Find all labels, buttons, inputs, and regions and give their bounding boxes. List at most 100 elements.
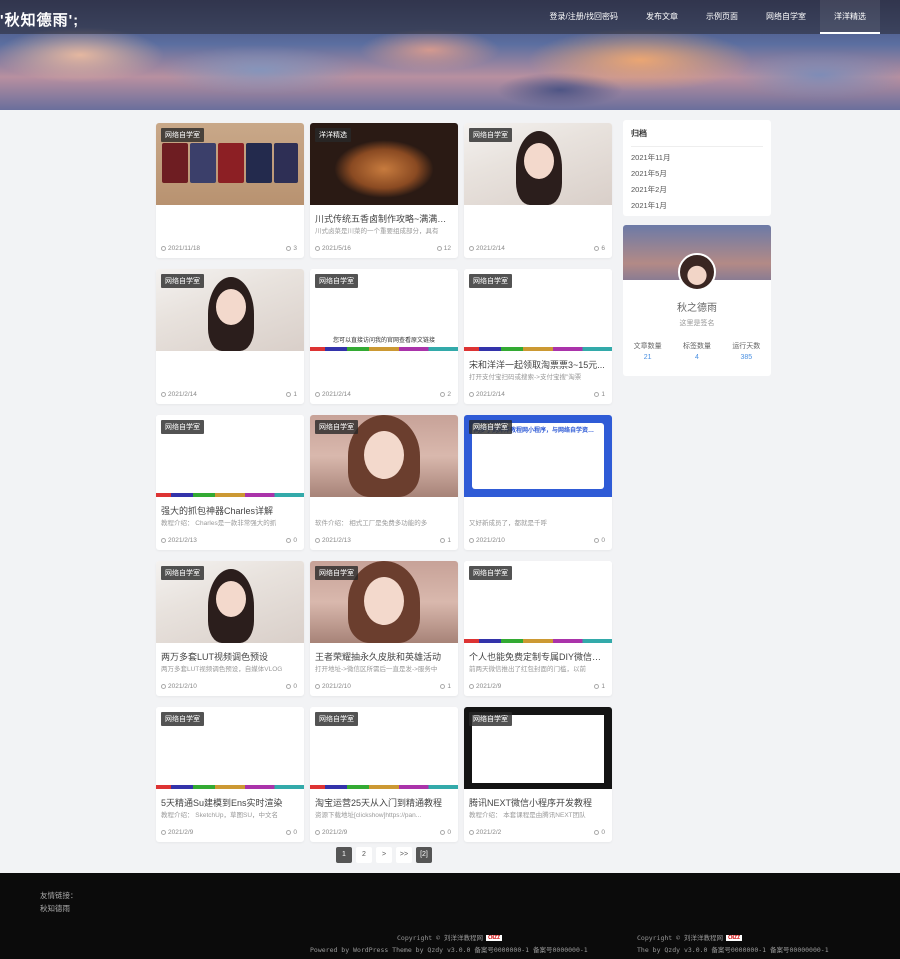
category-badge[interactable]: 网络自学室 xyxy=(161,420,204,434)
nav-login[interactable]: 登录/注册/找回密码 xyxy=(536,0,632,34)
post-card[interactable]: 网络自学室 2021/2/14 1 xyxy=(156,269,304,404)
post-card[interactable]: 网络自学室 腾讯NEXT微信小程序开发教程 教程介绍： 本套课程是由腾讯NEXT团队… xyxy=(464,707,612,842)
post-card[interactable]: 网络自学室 2021/2/14 6 xyxy=(464,123,612,258)
category-badge[interactable]: 网络自学室 xyxy=(315,274,358,288)
post-likes[interactable]: 0 xyxy=(286,537,297,544)
post-thumbnail[interactable]: 洋洋精选 xyxy=(310,123,458,205)
category-badge[interactable]: 网络自学室 xyxy=(161,274,204,288)
post-card[interactable]: 网络自学室 强大的抓包神器Charles详解 教程介绍： Charles是一款非常强… xyxy=(156,415,304,550)
post-likes[interactable]: 2 xyxy=(440,391,451,398)
category-badge[interactable]: 网络自学室 xyxy=(315,566,358,580)
post-likes[interactable]: 0 xyxy=(594,537,605,544)
post-likes[interactable]: 1 xyxy=(594,683,605,690)
post-thumbnail[interactable]: 您可以直接访问我的官网查看原文链接 网络自学室 xyxy=(310,269,458,351)
post-title[interactable]: 强大的抓包神器Charles详解 xyxy=(161,504,299,517)
category-badge[interactable]: 网络自学室 xyxy=(161,566,204,580)
post-thumbnail[interactable]: 网络自学室 xyxy=(464,707,612,789)
nav-publish[interactable]: 发布文章 xyxy=(632,0,692,34)
thumbs-up-icon xyxy=(440,392,446,397)
post-thumbnail[interactable]: 网络自学室 xyxy=(464,123,612,205)
post-thumbnail[interactable]: 网络自学室 xyxy=(464,269,612,351)
post-thumbnail[interactable]: 网络自学室 xyxy=(464,561,612,643)
post-date: 2021/5/16 xyxy=(315,245,351,252)
post-title[interactable]: 淘宝运营25天从入门到精通教程 xyxy=(315,796,453,809)
cnzz-badge[interactable]: CNZZ xyxy=(485,935,503,941)
post-thumbnail[interactable]: 网络自学室 xyxy=(310,415,458,497)
category-badge[interactable]: 网络自学室 xyxy=(469,566,512,580)
post-likes[interactable]: 6 xyxy=(594,245,605,252)
post-card[interactable]: 网络自学室 王者荣耀抽永久皮肤和英雄活动 打开地址->微信区所需后一直是发->服务中… xyxy=(310,561,458,696)
category-badge[interactable]: 网络自学室 xyxy=(161,128,204,142)
archive-month[interactable]: 2021年2月 xyxy=(631,184,763,195)
post-date-text: 2021/2/2 xyxy=(476,829,502,836)
category-badge[interactable]: 网络自学室 xyxy=(469,274,512,288)
cnzz-badge[interactable]: CNZZ xyxy=(725,935,743,941)
post-title[interactable]: 两万多套LUT视频调色预设 xyxy=(161,650,299,663)
nav-sample-page[interactable]: 示例页面 xyxy=(692,0,752,34)
category-badge[interactable]: 网络自学室 xyxy=(469,420,512,434)
post-card[interactable]: 网络自学室 软件介绍： 相式工厂是免费多功能的多 2021/2/13 1 xyxy=(310,415,458,550)
post-likes[interactable]: 1 xyxy=(594,391,605,398)
post-card[interactable]: 网络自学室 淘宝运营25天从入门到精通教程 资源下载地址[clickshow]htt… xyxy=(310,707,458,842)
post-likes[interactable]: 12 xyxy=(436,245,451,252)
post-thumbnail[interactable]: 网络自学室 xyxy=(156,415,304,497)
post-likes[interactable]: 1 xyxy=(440,683,451,690)
post-date-text: 2021/2/13 xyxy=(322,537,351,544)
post-title[interactable]: 腾讯NEXT微信小程序开发教程 xyxy=(469,796,607,809)
post-likes[interactable]: 1 xyxy=(440,537,451,544)
nav-self-study[interactable]: 网络自学室 xyxy=(752,0,820,34)
post-card[interactable]: 网络自学室 宋和洋洋一起领取淘票票3~15元... 打开支付宝扫码或搜索->支付宝搜… xyxy=(464,269,612,404)
post-likes-count: 1 xyxy=(601,683,605,690)
page-1-button[interactable]: 1 xyxy=(336,847,352,863)
post-card[interactable]: 网络自学室 5天精通Su建模到Ens实时渲染 教程介绍： SketchUp，草图SU… xyxy=(156,707,304,842)
archive-month[interactable]: 2021年1月 xyxy=(631,200,763,211)
post-card[interactable]: 您可以直接访问我的官网查看原文链接 网络自学室 2021/2/14 2 xyxy=(310,269,458,404)
post-title[interactable]: 5天精通Su建模到Ens实时渲染 xyxy=(161,796,299,809)
archive-month[interactable]: 2021年5月 xyxy=(631,168,763,179)
category-badge[interactable]: 网络自学室 xyxy=(315,712,358,726)
post-thumbnail[interactable]: 网络自学室 xyxy=(310,707,458,789)
category-badge[interactable]: 洋洋精选 xyxy=(315,128,351,142)
post-title[interactable]: 个人也能免费定制专属DIY微信红... xyxy=(469,650,607,663)
friend-link[interactable]: 秋知德雨 xyxy=(40,903,70,914)
post-thumbnail[interactable]: 网络自学室 xyxy=(156,707,304,789)
next-page-button[interactable]: > xyxy=(376,847,392,863)
archive-month[interactable]: 2021年11月 xyxy=(631,152,763,163)
post-card[interactable]: 网络自学室 两万多套LUT视频调色预设 两万多套LUT视频调色预设，自媒体VLOG 2… xyxy=(156,561,304,696)
post-title[interactable]: 王者荣耀抽永久皮肤和英雄活动 xyxy=(315,650,453,663)
category-badge[interactable]: 网络自学室 xyxy=(161,712,204,726)
page-2-button[interactable]: 2 xyxy=(356,847,372,863)
post-thumbnail[interactable]: 网络自学室 xyxy=(310,561,458,643)
post-likes[interactable]: 1 xyxy=(286,391,297,398)
post-likes-count: 12 xyxy=(443,245,451,252)
post-thumbnail[interactable]: 网络自学室 xyxy=(156,269,304,351)
post-likes-count: 0 xyxy=(293,829,297,836)
post-title[interactable]: 川式传统五香卤制作攻略~满满干货~ xyxy=(315,212,453,225)
category-badge[interactable]: 网络自学室 xyxy=(315,420,358,434)
post-likes[interactable]: 0 xyxy=(286,829,297,836)
post-card[interactable]: 网络自学室 个人也能免费定制专属DIY微信红... 前两天微信推出了红包封面的门槛，… xyxy=(464,561,612,696)
post-title[interactable]: 宋和洋洋一起领取淘票票3~15元... xyxy=(469,358,607,371)
clock-icon xyxy=(161,830,166,835)
post-likes[interactable]: 3 xyxy=(286,245,297,252)
post-likes[interactable]: 0 xyxy=(286,683,297,690)
archive-widget: 归档 2021年11月 2021年5月 2021年2月 2021年1月 xyxy=(623,120,771,216)
post-card[interactable]: 同步于刘洋洋教程网小程序，与网络自学资源免费分享网络自学室又好新成员了，都就是千… xyxy=(464,415,612,550)
post-likes[interactable]: 0 xyxy=(594,829,605,836)
banner-stripe xyxy=(310,347,458,351)
clock-icon xyxy=(469,830,474,835)
post-thumbnail[interactable]: 网络自学室 xyxy=(156,561,304,643)
post-thumbnail[interactable]: 网络自学室 xyxy=(156,123,304,205)
post-date-text: 2021/2/10 xyxy=(322,683,351,690)
site-logo[interactable]: '秋知德雨'; xyxy=(0,9,79,30)
category-badge[interactable]: 网络自学室 xyxy=(469,128,512,142)
post-card[interactable]: 洋洋精选 川式传统五香卤制作攻略~满满干货~ 川式卤菜是川菜的一个重要组成部分，具有… xyxy=(310,123,458,258)
last-page-button[interactable]: >> xyxy=(396,847,412,863)
avatar[interactable] xyxy=(678,253,716,291)
post-likes[interactable]: 0 xyxy=(440,829,451,836)
nav-featured[interactable]: 洋洋精选 xyxy=(820,0,880,34)
post-date-text: 2021/2/9 xyxy=(322,829,348,836)
post-thumbnail[interactable]: 同步于刘洋洋教程网小程序，与网络自学资源免费分享网络自学室 xyxy=(464,415,612,497)
post-card[interactable]: 网络自学室 2021/11/18 3 xyxy=(156,123,304,258)
category-badge[interactable]: 网络自学室 xyxy=(469,712,512,726)
